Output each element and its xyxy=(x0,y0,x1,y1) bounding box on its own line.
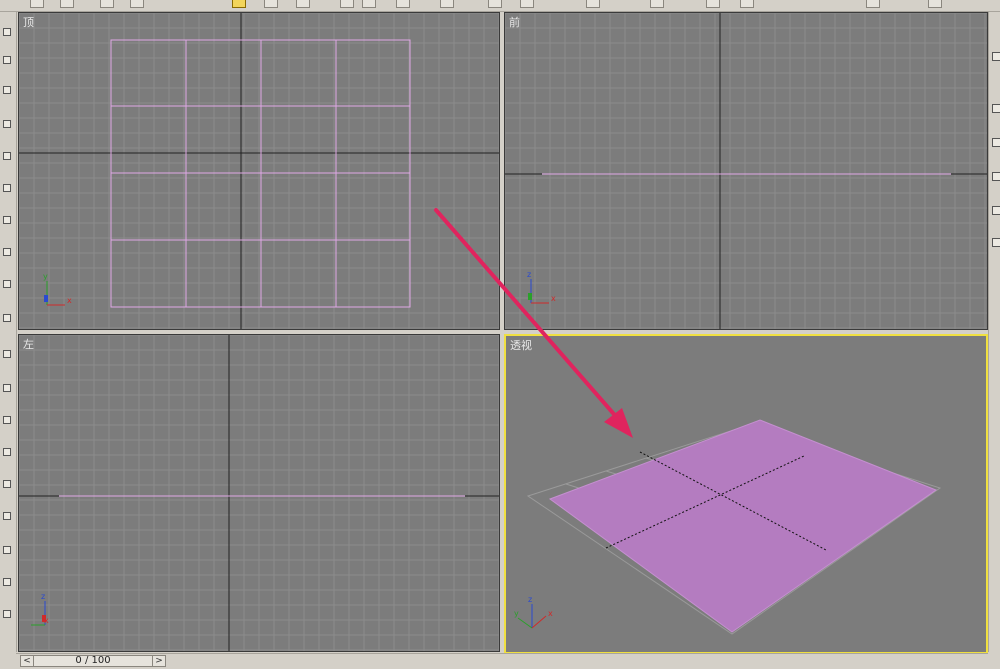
axis-label-z: z xyxy=(527,270,531,279)
snap-icon[interactable] xyxy=(520,0,534,8)
grid xyxy=(505,13,987,329)
axis-label-x: x xyxy=(67,296,72,305)
tool-icon[interactable] xyxy=(3,350,11,358)
render-icon[interactable] xyxy=(928,0,942,8)
panel-tab-icon[interactable] xyxy=(992,238,1000,247)
viewport-left[interactable]: 左 z x xyxy=(18,334,500,652)
viewport-label[interactable]: 前 xyxy=(509,14,520,30)
select-by-name-icon[interactable] xyxy=(264,0,278,8)
region-select-icon[interactable] xyxy=(296,0,310,8)
tool-icon[interactable] xyxy=(3,184,11,192)
left-toolbar xyxy=(0,12,17,652)
grid xyxy=(19,335,499,651)
tool-icon[interactable] xyxy=(3,152,11,160)
tool-icon[interactable] xyxy=(3,86,11,94)
tool-icon[interactable] xyxy=(3,56,11,64)
axis-tripod: z x y xyxy=(514,595,553,629)
viewport-perspective-canvas: z x y xyxy=(514,419,942,635)
viewport-left-canvas: z x xyxy=(19,335,499,651)
named-selection-icon[interactable] xyxy=(740,0,754,8)
undo-icon[interactable] xyxy=(30,0,44,8)
axis-label-x: x xyxy=(44,616,49,625)
tool-icon[interactable] xyxy=(3,384,11,392)
time-slider-frame-readout: 0 / 100 xyxy=(75,655,111,666)
align-icon[interactable] xyxy=(706,0,720,8)
manipulate-icon[interactable] xyxy=(488,0,502,8)
viewport-label[interactable]: 左 xyxy=(23,336,34,352)
viewport-front[interactable]: 前 z x xyxy=(504,12,988,330)
select-object-icon[interactable] xyxy=(232,0,246,8)
tool-icon[interactable] xyxy=(3,480,11,488)
panel-tab-icon[interactable] xyxy=(992,206,1000,215)
tool-icon[interactable] xyxy=(3,610,11,618)
axis-tripod: y x xyxy=(43,272,72,306)
mirror-icon[interactable] xyxy=(650,0,664,8)
angle-snap-icon[interactable] xyxy=(586,0,600,8)
tool-icon[interactable] xyxy=(3,448,11,456)
axis-label-z: z xyxy=(528,595,532,604)
viewport-label[interactable]: 顶 xyxy=(23,14,34,30)
tool-icon[interactable] xyxy=(3,416,11,424)
axis-label-y: y xyxy=(43,272,48,281)
time-slider[interactable]: < 0 / 100 > xyxy=(20,655,166,667)
axis-label-x: x xyxy=(551,294,556,303)
select-rotate-icon[interactable] xyxy=(362,0,376,8)
redo-icon[interactable] xyxy=(60,0,74,8)
status-bar: < 0 / 100 > xyxy=(16,653,988,669)
time-slider-next-button[interactable]: > xyxy=(152,656,165,666)
axis-label-x: x xyxy=(548,609,553,618)
tool-icon[interactable] xyxy=(3,280,11,288)
plane-wireframe[interactable] xyxy=(110,39,411,308)
select-move-icon[interactable] xyxy=(340,0,354,8)
panel-tab-icon[interactable] xyxy=(992,52,1000,61)
command-panel-edge xyxy=(988,12,1000,652)
select-scale-icon[interactable] xyxy=(396,0,410,8)
unlink-icon[interactable] xyxy=(130,0,144,8)
panel-tab-icon[interactable] xyxy=(992,138,1000,147)
tool-icon[interactable] xyxy=(3,28,11,36)
axis-label-z: z xyxy=(41,592,45,601)
viewport-top[interactable]: 顶 y x xyxy=(18,12,500,330)
grid xyxy=(19,13,499,329)
viewport-perspective[interactable]: 透视 z x y xyxy=(504,334,988,654)
tool-icon[interactable] xyxy=(3,120,11,128)
tool-icon[interactable] xyxy=(3,546,11,554)
tool-icon[interactable] xyxy=(3,248,11,256)
panel-tab-icon[interactable] xyxy=(992,104,1000,113)
viewport-top-canvas: y x xyxy=(19,13,499,329)
tool-icon[interactable] xyxy=(3,314,11,322)
tool-icon[interactable] xyxy=(3,512,11,520)
tool-icon[interactable] xyxy=(3,216,11,224)
time-slider-prev-button[interactable]: < xyxy=(21,656,34,666)
viewport-front-canvas: z x xyxy=(505,13,987,329)
link-icon[interactable] xyxy=(100,0,114,8)
panel-tab-icon[interactable] xyxy=(992,172,1000,181)
pivot-icon[interactable] xyxy=(440,0,454,8)
material-editor-icon[interactable] xyxy=(866,0,880,8)
plane-object[interactable] xyxy=(548,419,938,633)
main-toolbar xyxy=(0,0,1000,12)
tool-icon[interactable] xyxy=(3,578,11,586)
viewport-label[interactable]: 透视 xyxy=(510,337,532,353)
axis-label-y: y xyxy=(514,609,519,618)
